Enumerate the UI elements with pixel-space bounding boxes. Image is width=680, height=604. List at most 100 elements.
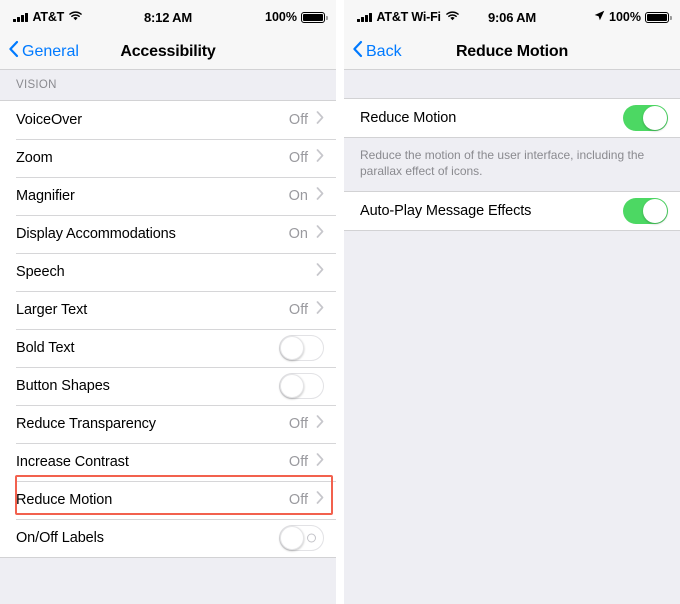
row-bold-text[interactable]: Bold Text — [0, 329, 336, 367]
right-top-spacer — [344, 70, 680, 98]
row-speech[interactable]: Speech — [0, 253, 336, 291]
battery-percent-label: 100% — [265, 10, 297, 24]
row-label: Display Accommodations — [16, 226, 176, 242]
right-phone-screen: AT&T Wi-Fi 9:06 AM 100% Back Reduce Moti… — [344, 0, 680, 604]
row-accessory: Off — [289, 301, 324, 319]
row-label: Auto-Play Message Effects — [360, 203, 532, 220]
row-label: Reduce Motion — [360, 110, 457, 126]
button-shapes-toggle[interactable] — [279, 373, 324, 399]
row-accessory — [279, 335, 324, 361]
battery-full-icon — [301, 11, 328, 23]
row-accessory — [308, 263, 324, 281]
row-accessory: Off — [289, 453, 324, 471]
reduce-motion-toggle[interactable] — [623, 105, 668, 131]
carrier-label: AT&T Wi-Fi — [376, 10, 442, 24]
row-label: Increase Contrast — [16, 454, 129, 470]
row-value: Off — [288, 302, 308, 318]
back-button[interactable]: Back — [344, 40, 402, 63]
chevron-right-icon — [316, 415, 324, 433]
row-label: On/Off Labels — [16, 530, 104, 546]
row-zoom[interactable]: Zoom Off — [0, 139, 336, 177]
row-label: Bold Text — [16, 340, 75, 356]
on-off-labels-toggle[interactable] — [279, 525, 324, 551]
row-larger-text[interactable]: Larger Text Off — [0, 291, 336, 329]
chevron-right-icon — [316, 111, 324, 129]
battery-percent-label: 100% — [609, 10, 641, 24]
chevron-left-icon — [8, 40, 19, 63]
row-accessory: Off — [289, 415, 324, 433]
right-status-right: 100% — [594, 10, 672, 24]
row-value: On — [288, 188, 308, 204]
carrier-label: AT&T — [32, 10, 65, 24]
chevron-right-icon — [316, 491, 324, 509]
row-label: Button Shapes — [16, 378, 110, 394]
row-accessory: Off — [289, 111, 324, 129]
toggle-knob — [280, 374, 304, 398]
wifi-icon — [446, 10, 459, 24]
autoplay-toggle-group: Auto-Play Message Effects — [344, 191, 680, 232]
row-accessory — [623, 105, 668, 131]
left-status-left: AT&T — [13, 10, 82, 24]
accessibility-settings-list: VoiceOver Off Zoom Off Magnifier On Disp… — [0, 100, 336, 558]
row-accessory: On — [289, 187, 324, 205]
row-accessory: On — [289, 225, 324, 243]
bold-text-toggle[interactable] — [279, 335, 324, 361]
row-value: On — [288, 226, 308, 242]
row-value: Off — [288, 416, 308, 432]
row-accessory: Off — [289, 491, 324, 509]
toggle-knob — [280, 526, 304, 550]
row-button-shapes[interactable]: Button Shapes — [0, 367, 336, 405]
back-button-general[interactable]: General — [0, 40, 79, 63]
row-label: Magnifier — [16, 188, 75, 204]
row-label: Reduce Motion — [16, 492, 113, 508]
row-display-accommodations[interactable]: Display Accommodations On — [0, 215, 336, 253]
row-reduce-motion[interactable]: Reduce Motion — [344, 99, 680, 137]
row-value: Off — [288, 112, 308, 128]
back-button-label: Back — [366, 42, 402, 60]
left-status-right: 100% — [265, 10, 328, 24]
chevron-right-icon — [316, 149, 324, 167]
row-label: Reduce Transparency — [16, 416, 156, 432]
row-voiceover[interactable]: VoiceOver Off — [0, 101, 336, 139]
toggle-off-label-icon — [307, 533, 316, 543]
row-label: Speech — [16, 264, 65, 280]
left-nav-bar: General Accessibility — [0, 34, 336, 70]
row-accessory — [279, 373, 324, 399]
signal-bars-icon — [357, 12, 372, 22]
left-list-bottom-filler — [0, 558, 336, 604]
row-accessory — [279, 525, 324, 551]
row-increase-contrast[interactable]: Increase Contrast Off — [0, 443, 336, 481]
left-status-bar: AT&T 8:12 AM 100% — [0, 0, 336, 34]
chevron-right-icon — [316, 187, 324, 205]
chevron-right-icon — [316, 263, 324, 281]
row-value: Off — [288, 454, 308, 470]
row-auto-play-message-effects[interactable]: Auto-Play Message Effects — [344, 192, 680, 231]
reduce-motion-toggle-group: Reduce Motion — [344, 98, 680, 138]
chevron-right-icon — [316, 453, 324, 471]
reduce-motion-description: Reduce the motion of the user interface,… — [344, 138, 680, 192]
row-label: VoiceOver — [16, 112, 82, 128]
row-label: Zoom — [16, 150, 53, 166]
dual-screenshot-container: AT&T 8:12 AM 100% General Accessibility … — [0, 0, 680, 604]
row-label: Larger Text — [16, 302, 88, 318]
location-arrow-icon — [594, 10, 605, 24]
toggle-knob — [643, 199, 667, 224]
chevron-right-icon — [316, 301, 324, 319]
section-header-vision: VISION — [0, 70, 336, 100]
row-reduce-motion[interactable]: Reduce Motion Off — [0, 481, 336, 519]
toggle-knob — [643, 106, 667, 130]
row-magnifier[interactable]: Magnifier On — [0, 177, 336, 215]
auto-play-message-effects-toggle[interactable] — [623, 198, 668, 225]
row-value: Off — [288, 492, 308, 508]
left-phone-screen: AT&T 8:12 AM 100% General Accessibility … — [0, 0, 336, 604]
wifi-icon — [69, 10, 82, 24]
row-value: Off — [288, 150, 308, 166]
right-nav-bar: Back Reduce Motion — [344, 34, 680, 70]
battery-full-icon — [645, 11, 672, 23]
row-reduce-transparency[interactable]: Reduce Transparency Off — [0, 405, 336, 443]
toggle-knob — [280, 336, 304, 360]
chevron-left-icon — [352, 40, 363, 63]
right-bottom-filler — [344, 231, 680, 604]
row-accessory — [623, 198, 668, 225]
row-on-off-labels[interactable]: On/Off Labels — [0, 519, 336, 557]
